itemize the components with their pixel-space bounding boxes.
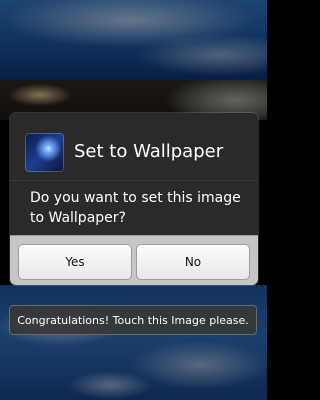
toast-message: Congratulations! Touch this Image please… xyxy=(9,305,257,335)
app-icon xyxy=(25,133,64,172)
dialog-message: Do you want to set this image to Wallpap… xyxy=(30,190,241,226)
wallpaper-dialog: Set to Wallpaper Do you want to set this… xyxy=(10,113,258,285)
dialog-title: Set to Wallpaper xyxy=(74,141,224,162)
dialog-body: Do you want to set this image to Wallpap… xyxy=(10,181,258,235)
dialog-header: Set to Wallpaper xyxy=(10,113,258,181)
dialog-button-bar: Yes No xyxy=(10,235,258,285)
no-button[interactable]: No xyxy=(136,244,250,280)
yes-button[interactable]: Yes xyxy=(18,244,132,280)
